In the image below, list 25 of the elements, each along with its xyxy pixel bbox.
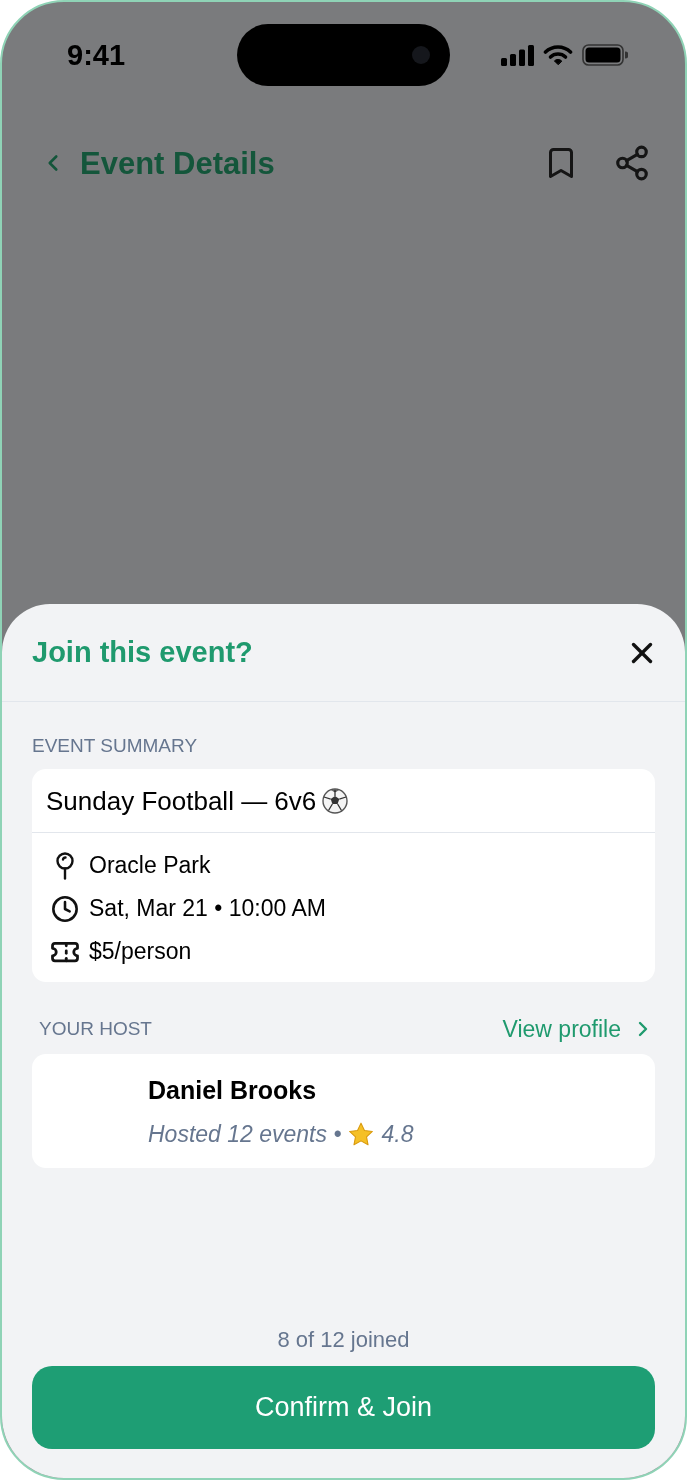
battery-icon bbox=[582, 44, 628, 66]
camera-icon bbox=[412, 46, 430, 64]
event-detail-text: Sat, Mar 21 • 10:00 AM bbox=[89, 897, 326, 920]
host-stats: Hosted 12 events • bbox=[148, 1122, 342, 1146]
section-label: YOUR HOST bbox=[39, 1017, 152, 1041]
capacity-text: 8 of 12 joined bbox=[277, 1327, 410, 1353]
view-profile-link[interactable]: View profile bbox=[502, 1017, 655, 1041]
event-title: Sunday Football — 6v6 bbox=[46, 787, 317, 814]
share-icon bbox=[613, 144, 651, 182]
signal-icon bbox=[501, 44, 534, 66]
wifi-icon bbox=[543, 44, 573, 66]
host-rating: 4.8 bbox=[381, 1122, 414, 1146]
confirm-join-button[interactable]: Confirm & Join bbox=[32, 1366, 655, 1449]
host-name: Daniel Brooks bbox=[148, 1075, 318, 1105]
section-label: EVENT SUMMARY bbox=[32, 734, 199, 758]
event-detail-text: Oracle Park bbox=[89, 854, 211, 877]
status-time: 9:41 bbox=[67, 40, 126, 70]
soccer-ball-icon bbox=[322, 787, 349, 814]
sheet-title: Join this event? bbox=[32, 638, 253, 667]
clock-icon bbox=[51, 894, 79, 923]
pin-icon bbox=[54, 851, 76, 880]
event-detail-text: $5/person bbox=[89, 940, 192, 963]
share-button[interactable] bbox=[613, 144, 651, 182]
page-title: Event Details bbox=[80, 147, 275, 179]
star-icon bbox=[348, 1121, 375, 1147]
